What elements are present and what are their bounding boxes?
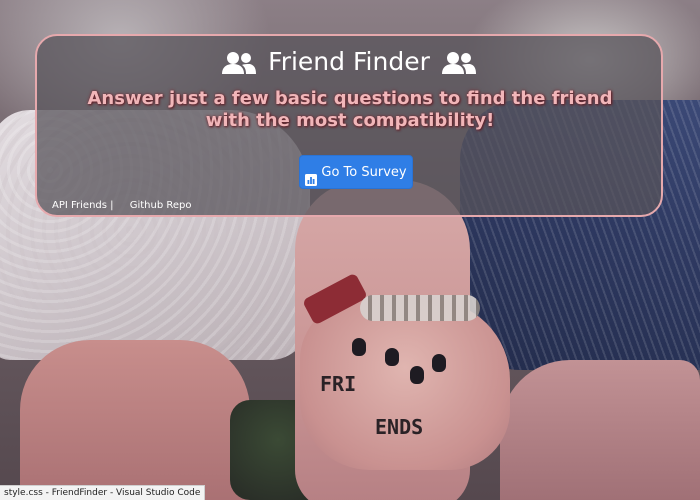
left-leg [20, 340, 250, 500]
finger-tattoo: ENDS [375, 415, 424, 439]
jumbotron-panel: Friend Finder Answer just a few basic qu… [35, 34, 663, 217]
page-subtitle: Answer just a few basic questions to fin… [87, 88, 613, 131]
fingernail [385, 348, 399, 366]
fingernail [352, 338, 366, 356]
survey-button-label: Go To Survey [321, 165, 407, 180]
right-leg [500, 360, 700, 500]
fingernail [432, 354, 446, 372]
users-icon [441, 49, 476, 74]
api-friends-link[interactable]: API Friends [52, 200, 107, 211]
footer-links: API Friends | Github Repo [52, 199, 192, 213]
link-separator: | [110, 200, 114, 211]
page-title: Friend Finder [37, 44, 661, 80]
fingernail [410, 366, 424, 384]
charm-bracelet [360, 295, 480, 321]
users-icon [222, 49, 257, 74]
finger-tattoo: FRI [320, 372, 357, 396]
status-bar: style.css - FriendFinder - Visual Studio… [0, 485, 206, 500]
chart-icon [305, 166, 318, 186]
go-to-survey-button[interactable]: Go To Survey [299, 155, 413, 189]
github-repo-link[interactable]: Github Repo [130, 200, 192, 211]
title-text: Friend Finder [268, 47, 430, 76]
